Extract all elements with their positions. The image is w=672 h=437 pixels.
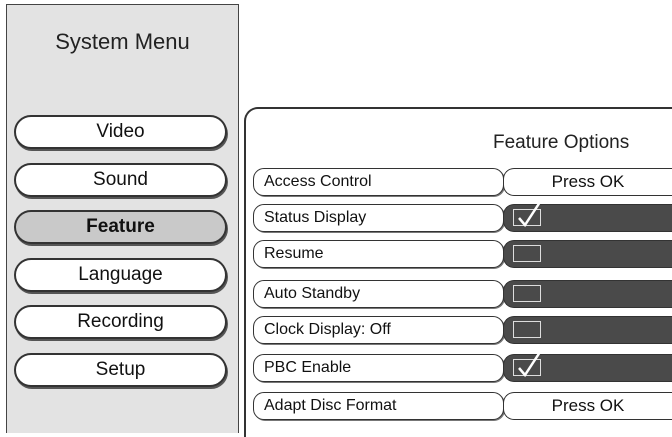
option-label-auto-standby: Auto Standby (253, 280, 504, 308)
checkmark-icon (513, 351, 542, 378)
option-label-status-display: Status Display (253, 204, 504, 232)
empty-checkbox-icon (513, 245, 541, 262)
checkmark-icon (513, 201, 542, 228)
auto-standby-toggle[interactable] (503, 280, 672, 308)
empty-checkbox-icon (513, 285, 541, 302)
option-label-pbc-enable: PBC Enable (253, 354, 504, 382)
feature-options-panel (244, 107, 672, 437)
clock-display-toggle[interactable] (503, 316, 672, 344)
resume-toggle[interactable] (503, 240, 672, 268)
status-display-toggle[interactable] (503, 201, 672, 232)
access-control-press-ok-button[interactable]: Press OK (503, 168, 672, 196)
adapt-disc-format-press-ok-button[interactable]: Press OK (503, 392, 672, 420)
menu-item-language[interactable]: Language (14, 258, 227, 292)
option-label-resume: Resume (253, 240, 504, 268)
menu-item-setup[interactable]: Setup (14, 353, 227, 387)
menu-item-feature[interactable]: Feature (14, 210, 227, 244)
menu-item-recording[interactable]: Recording (14, 305, 227, 339)
option-label-adapt-disc-format: Adapt Disc Format (253, 392, 504, 420)
empty-checkbox-icon (513, 321, 541, 338)
option-label-clock-display: Clock Display: Off (253, 316, 504, 344)
menu-item-video[interactable]: Video (14, 115, 227, 149)
option-label-access-control: Access Control (253, 168, 504, 196)
feature-options-title: Feature Options (493, 132, 630, 153)
menu-item-sound[interactable]: Sound (14, 163, 227, 197)
system-menu-title: System Menu (55, 29, 190, 54)
pbc-enable-toggle[interactable] (503, 351, 672, 382)
